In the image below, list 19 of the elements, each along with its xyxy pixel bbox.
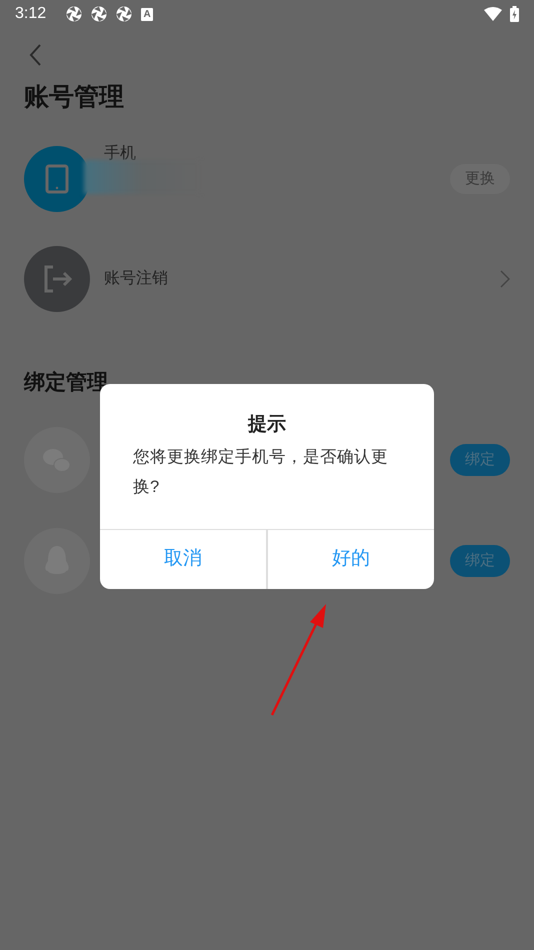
bind-button[interactable]: 绑定	[450, 545, 510, 577]
phone-label: 手机	[104, 144, 136, 164]
cancel-button[interactable]: 取消	[100, 530, 266, 589]
page-title: 账号管理	[24, 82, 125, 113]
battery-icon	[510, 6, 519, 22]
dialog-title: 提示	[246, 413, 287, 437]
aperture-icon	[66, 6, 82, 22]
status-badge: A	[141, 8, 154, 20]
aperture-icon	[116, 6, 132, 22]
dialog-message: 您将更换绑定手机号，是否确认更换?	[133, 447, 389, 498]
exit-arrow-icon	[42, 264, 72, 294]
confirm-button[interactable]: 好的	[266, 530, 434, 589]
back-icon[interactable]	[28, 43, 42, 67]
aperture-icon	[91, 6, 108, 22]
bind-button[interactable]: 绑定	[450, 444, 510, 476]
menu-label: 账号注销	[104, 268, 169, 289]
wifi-icon	[484, 7, 502, 21]
status-time: 3:12	[15, 4, 46, 24]
chevron-right-icon	[500, 270, 510, 288]
